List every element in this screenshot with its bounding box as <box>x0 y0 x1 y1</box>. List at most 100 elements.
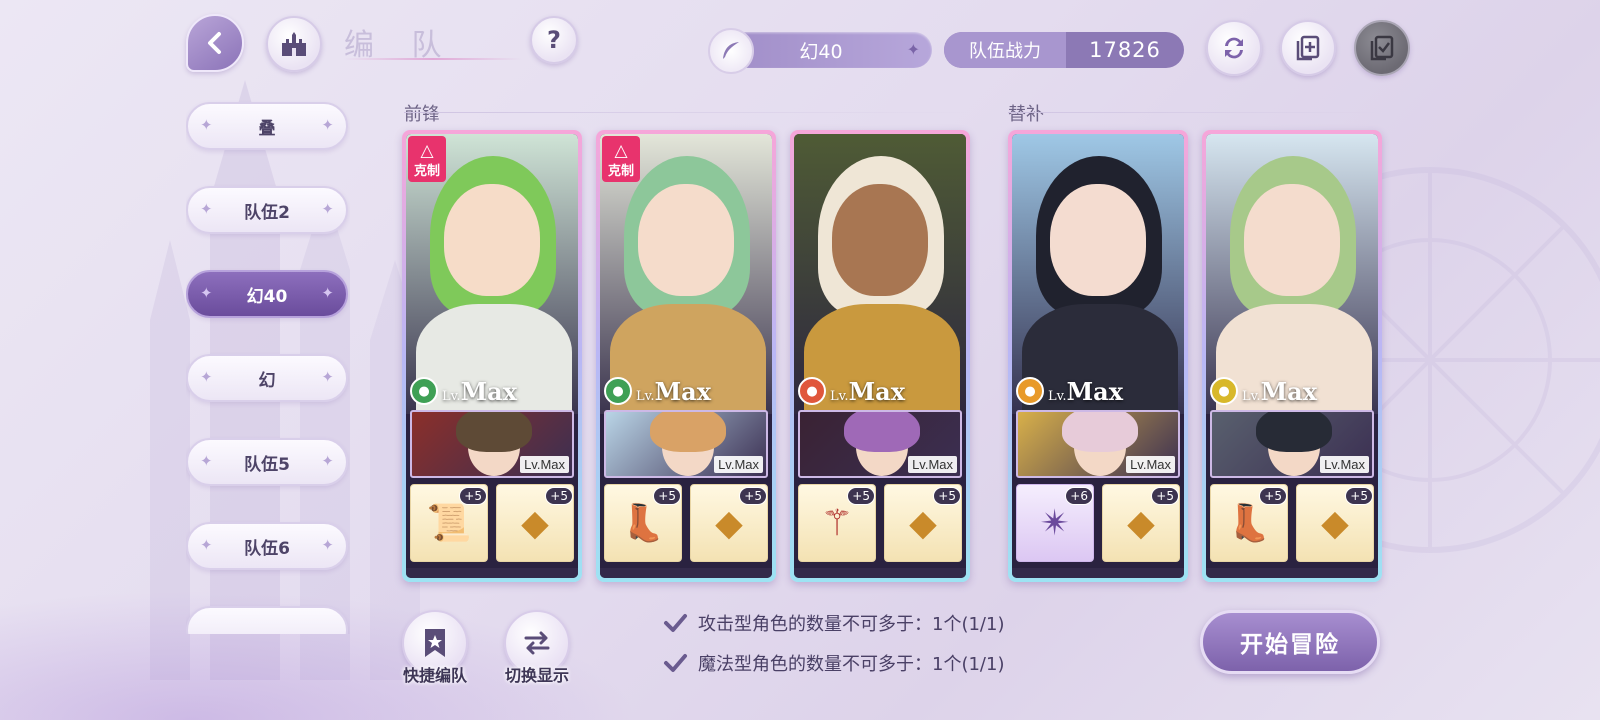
equipment-slot[interactable]: ◆ +5 <box>1102 484 1180 562</box>
equipment-plus-level: +5 <box>545 487 573 505</box>
portrait-face <box>638 184 734 296</box>
refresh-button[interactable] <box>1206 20 1262 76</box>
support-card[interactable]: Lv.Max <box>1210 410 1374 478</box>
team-tab-7[interactable] <box>186 606 348 634</box>
character-level: ● Lv.Max <box>1016 376 1123 406</box>
castle-icon <box>282 32 306 56</box>
back-button[interactable] <box>186 14 244 72</box>
sparkle-icon: ✦ <box>321 368 334 386</box>
team-power: 队伍战力 17826 <box>944 32 1184 68</box>
level-prefix: Lv. <box>442 388 461 404</box>
sparkle-icon: ✦ <box>200 284 213 302</box>
switch-display-label: 切换显示 <box>504 666 569 685</box>
team-tab-1[interactable]: ✦ 叠 ✦ <box>186 102 348 150</box>
team-tab-label: 队伍5 <box>244 454 290 475</box>
level-value: Max <box>460 376 518 406</box>
team-tab-2[interactable]: ✦ 队伍2 ✦ <box>186 186 348 234</box>
support-hair <box>1256 412 1332 452</box>
team-power-value: 17826 <box>1089 38 1161 62</box>
level-text: Lv.Max <box>830 377 905 406</box>
equipment-slot[interactable]: 👢 +5 <box>604 484 682 562</box>
character-level: ● Lv.Max <box>798 376 905 406</box>
team-tab-3[interactable]: ✦ 幻40 ✦ <box>186 270 348 318</box>
support-level: Lv.Max <box>1320 456 1369 473</box>
switch-display-button[interactable]: 切换显示 <box>504 610 570 685</box>
home-button[interactable] <box>266 16 322 72</box>
equipment-slot[interactable]: ◆ +5 <box>496 484 574 562</box>
portrait-face <box>444 184 540 296</box>
equipment-slot[interactable]: ◆ +5 <box>690 484 768 562</box>
back-arrow-icon <box>208 32 221 54</box>
equipment-slot[interactable]: 👢 +5 <box>1210 484 1288 562</box>
counter-badge: △ 克制 <box>408 136 446 182</box>
card-inner: △ 克制 ● Lv.Max Lv.Max 👢 +5 ◆ +5 <box>600 134 772 578</box>
support-level: Lv.Max <box>908 456 957 473</box>
character-card[interactable]: ● Lv.Max Lv.Max ✴ +6 ◆ +5 <box>1008 130 1188 582</box>
portrait-body <box>1022 304 1178 424</box>
equipment-row: ⚚ +5 ◆ +5 <box>798 484 962 566</box>
section-bench-label: 替补 <box>1008 104 1044 125</box>
team-power-label: 队伍战力 <box>944 32 1066 68</box>
sparkle-icon: ✦ <box>200 116 213 134</box>
card-inner: ● Lv.Max Lv.Max ⚚ +5 ◆ +5 <box>794 134 966 578</box>
equipment-slot[interactable]: ◆ +5 <box>884 484 962 562</box>
equipment-plus-level: +5 <box>1345 487 1373 505</box>
team-tab-label: 队伍2 <box>244 202 290 223</box>
sparkle-icon: ✦ <box>321 284 334 302</box>
support-level: Lv.Max <box>520 456 569 473</box>
help-button[interactable]: ? <box>530 16 578 64</box>
support-card[interactable]: Lv.Max <box>410 410 574 478</box>
equipment-plus-level: +5 <box>1151 487 1179 505</box>
card-footer <box>794 568 966 578</box>
character-card[interactable]: ● Lv.Max Lv.Max ⚚ +5 ◆ +5 <box>790 130 970 582</box>
equipment-slot[interactable]: 📜 +5 <box>410 484 488 562</box>
portrait-face <box>1050 184 1146 296</box>
equipment-slot[interactable]: ⚚ +5 <box>798 484 876 562</box>
equipment-plus-level: +5 <box>1259 487 1287 505</box>
start-adventure-button[interactable]: 开始冒险 <box>1200 610 1380 674</box>
support-card[interactable]: Lv.Max <box>798 410 962 478</box>
level-prefix: Lv. <box>1048 388 1067 404</box>
card-footer <box>1012 568 1184 578</box>
question-icon: ? <box>547 26 561 54</box>
boot-icon: 👢 <box>1226 503 1272 544</box>
sparkle-icon: ✦ <box>200 200 213 218</box>
counter-triangle-icon: △ <box>614 141 628 161</box>
card-footer <box>600 568 772 578</box>
character-card[interactable]: ● Lv.Max Lv.Max 👢 +5 ◆ +5 <box>1202 130 1382 582</box>
level-value: Max <box>1066 376 1124 406</box>
team-list[interactable]: ✦ 叠 ✦ ✦ 队伍2 ✦ ✦ 幻40 ✦ ✦ 幻 ✦ ✦ 队伍5 ✦ ✦ 队伍… <box>186 100 350 634</box>
feather-icon <box>723 42 739 59</box>
fist-icon: ● <box>1210 377 1238 405</box>
support-hair <box>1062 412 1138 452</box>
book-icon: 📜 <box>426 503 472 544</box>
equipment-slot[interactable]: ✴ +6 <box>1016 484 1094 562</box>
current-team-name: 幻40 <box>799 40 843 63</box>
portrait-face <box>832 184 928 296</box>
level-prefix: Lv. <box>636 388 655 404</box>
support-card[interactable]: Lv.Max <box>604 410 768 478</box>
team-tab-5[interactable]: ✦ 队伍5 ✦ <box>186 438 348 486</box>
team-tab-4[interactable]: ✦ 幻 ✦ <box>186 354 348 402</box>
sparkle-icon: ✦ <box>321 536 334 554</box>
character-card[interactable]: △ 克制 ● Lv.Max Lv.Max 📜 +5 ◆ +5 <box>402 130 582 582</box>
level-text: Lv.Max <box>1048 377 1123 406</box>
confirm-copy-button[interactable] <box>1354 20 1410 76</box>
quick-team-button[interactable]: 快捷编队 <box>402 610 468 685</box>
team-tab-6[interactable]: ✦ 队伍6 ✦ <box>186 522 348 570</box>
equipment-slot[interactable]: ◆ +5 <box>1296 484 1374 562</box>
equipment-plus-level: +6 <box>1065 487 1093 505</box>
flame-icon: ● <box>798 377 826 405</box>
sparkle-icon: ✦ <box>200 536 213 554</box>
card-inner: ● Lv.Max Lv.Max ✴ +6 ◆ +5 <box>1012 134 1184 578</box>
sparkle-icon: ✦ <box>321 200 334 218</box>
support-hair <box>844 412 920 452</box>
add-copy-button[interactable] <box>1280 20 1336 76</box>
equipment-plus-level: +5 <box>459 487 487 505</box>
leaf-icon: ● <box>410 377 438 405</box>
character-card[interactable]: △ 克制 ● Lv.Max Lv.Max 👢 +5 ◆ +5 <box>596 130 776 582</box>
fist-icon: ● <box>1016 377 1044 405</box>
copy-check-icon <box>1370 35 1394 61</box>
character-level: ● Lv.Max <box>410 376 517 406</box>
support-card[interactable]: Lv.Max <box>1016 410 1180 478</box>
